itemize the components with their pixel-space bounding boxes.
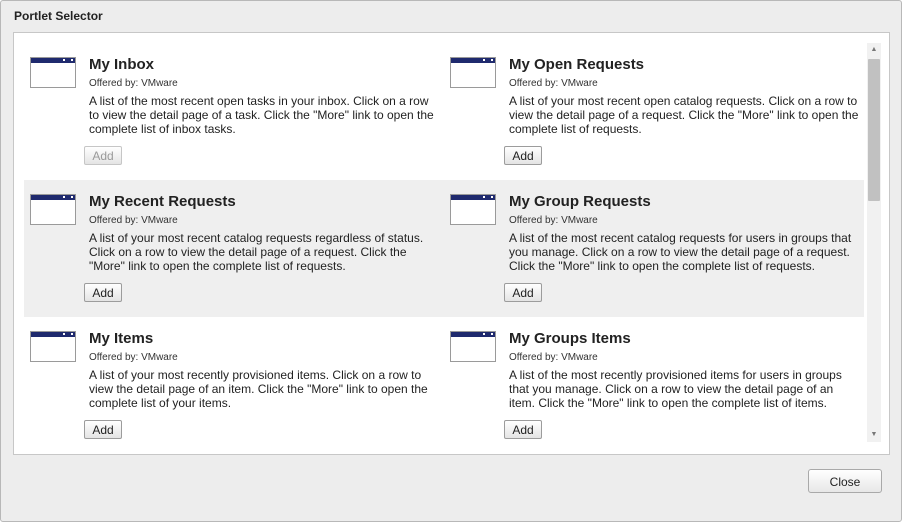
portlet-my-group-requests: My Group Requests Offered by: VMware A l… <box>444 180 864 317</box>
portlet-my-inbox: My Inbox Offered by: VMware A list of th… <box>24 43 444 180</box>
portlet-description: A list of your most recently provisioned… <box>89 368 428 410</box>
portlet-name: My Inbox <box>89 56 155 73</box>
portlet-selector-dialog: Portlet Selector My Inbox Offered by: VM… <box>0 0 902 522</box>
portlet-thumbnail-icon <box>450 57 496 88</box>
dialog-title: Portlet Selector <box>14 9 103 23</box>
portlet-thumbnail-icon <box>30 57 76 88</box>
close-button[interactable]: Close <box>808 469 882 493</box>
portlet-row: My Items Offered by: VMware A list of yo… <box>24 317 864 443</box>
scrollbar-thumb[interactable] <box>868 59 880 201</box>
portlet-offered-by: Offered by: VMware <box>89 215 178 226</box>
add-button-my-inbox[interactable]: Add <box>84 146 122 165</box>
portlet-list[interactable]: My Inbox Offered by: VMware A list of th… <box>24 43 864 443</box>
portlet-description: A list of the most recent open tasks in … <box>89 94 434 136</box>
add-button-my-items[interactable]: Add <box>84 420 122 439</box>
portlet-name: My Open Requests <box>509 56 645 73</box>
portlet-thumbnail-icon <box>450 194 496 225</box>
portlet-name: My Group Requests <box>509 193 651 210</box>
portlet-name: My Recent Requests <box>89 193 236 210</box>
portlet-description: A list of your most recent open catalog … <box>509 94 859 136</box>
add-button-my-open-requests[interactable]: Add <box>504 146 542 165</box>
portlet-description: A list of the most recent catalog reques… <box>509 231 852 273</box>
portlet-row: My Inbox Offered by: VMware A list of th… <box>24 43 864 180</box>
portlet-offered-by: Offered by: VMware <box>509 215 598 226</box>
portlet-list-panel: My Inbox Offered by: VMware A list of th… <box>13 32 890 455</box>
portlet-offered-by: Offered by: VMware <box>509 352 598 363</box>
portlet-thumbnail-icon <box>30 331 76 362</box>
vertical-scrollbar[interactable]: ▲ ▼ <box>867 43 881 442</box>
portlet-row: My Recent Requests Offered by: VMware A … <box>24 180 864 317</box>
portlet-my-open-requests: My Open Requests Offered by: VMware A li… <box>444 43 864 180</box>
scroll-down-arrow-icon[interactable]: ▼ <box>867 428 881 442</box>
add-button-my-group-requests[interactable]: Add <box>504 283 542 302</box>
portlet-thumbnail-icon <box>450 331 496 362</box>
portlet-thumbnail-icon <box>30 194 76 225</box>
portlet-description: A list of the most recently provisioned … <box>509 368 842 410</box>
scroll-up-arrow-icon[interactable]: ▲ <box>867 43 881 57</box>
portlet-description: A list of your most recent catalog reque… <box>89 231 424 273</box>
portlet-my-recent-requests: My Recent Requests Offered by: VMware A … <box>24 180 444 317</box>
portlet-my-groups-items: My Groups Items Offered by: VMware A lis… <box>444 317 864 443</box>
portlet-offered-by: Offered by: VMware <box>509 78 598 89</box>
portlet-name: My Groups Items <box>509 330 631 347</box>
portlet-offered-by: Offered by: VMware <box>89 352 178 363</box>
add-button-my-groups-items[interactable]: Add <box>504 420 542 439</box>
portlet-offered-by: Offered by: VMware <box>89 78 178 89</box>
portlet-my-items: My Items Offered by: VMware A list of yo… <box>24 317 444 443</box>
add-button-my-recent-requests[interactable]: Add <box>84 283 122 302</box>
portlet-name: My Items <box>89 330 154 347</box>
